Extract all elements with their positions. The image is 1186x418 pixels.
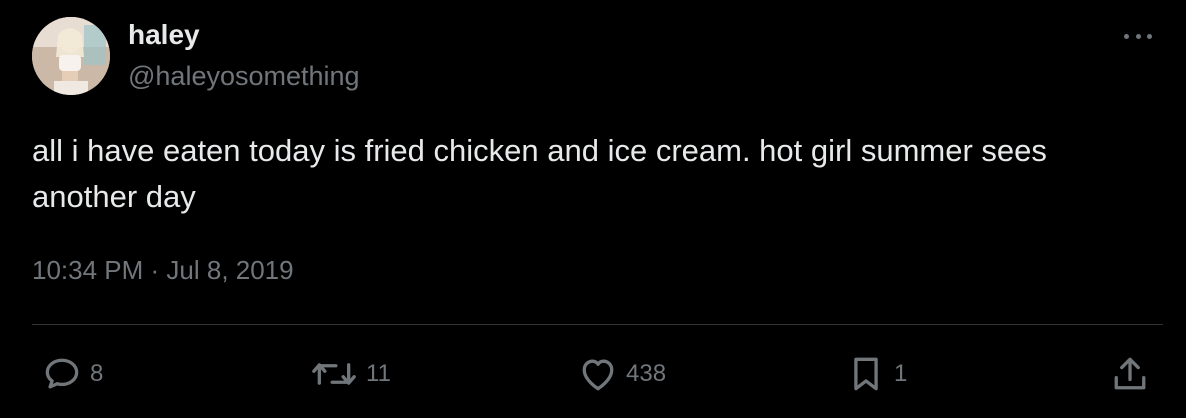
share-icon [1114,357,1146,390]
bookmark-count: 1 [894,360,908,387]
tweet-card: haley @haleyosomething all i have eaten … [0,0,1186,418]
share-button[interactable] [1108,352,1152,396]
retweet-icon [312,363,356,385]
reply-icon [45,358,79,389]
avatar-photo [32,17,110,95]
reply-button[interactable]: 8 [40,352,103,396]
bookmark-button[interactable]: 1 [844,352,907,396]
more-dot [1135,33,1141,39]
display-name[interactable]: haley [128,18,200,52]
more-dot [1147,33,1152,39]
reply-count: 8 [90,360,104,387]
heart-icon [582,359,614,391]
avatar[interactable] [32,17,110,95]
tweet-timestamp[interactable]: 10:34 PM · Jul 8, 2019 [32,253,294,287]
like-count: 438 [626,360,667,387]
user-handle[interactable]: @haleyosomething [128,59,360,93]
tweet-text: all i have eaten today is fried chicken … [32,133,1056,214]
bookmark-icon [854,357,878,391]
retweet-count: 11 [366,360,391,387]
retweet-button[interactable]: 11 [308,352,391,396]
like-button[interactable]: 438 [576,352,666,396]
more-dot [1124,33,1129,39]
divider [32,324,1163,325]
more-icon[interactable] [1124,26,1152,46]
